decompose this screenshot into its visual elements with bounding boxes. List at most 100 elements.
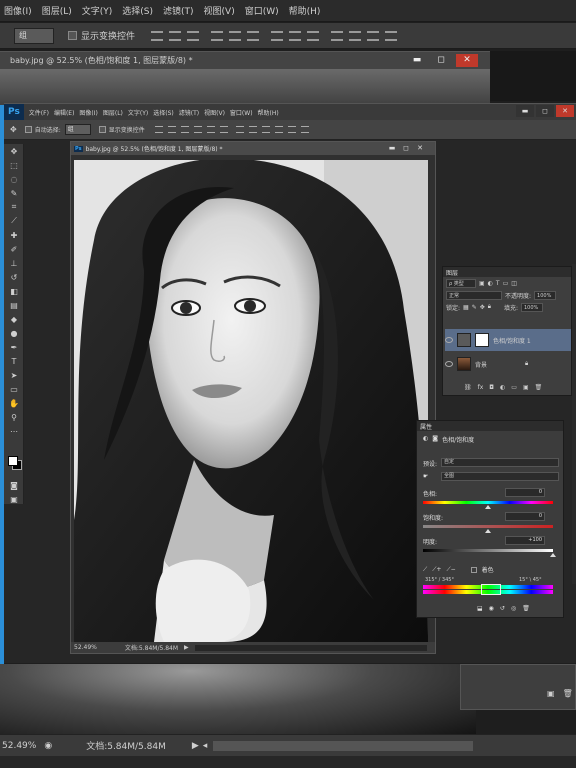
inner-distribute-bottom-icon[interactable]	[261, 126, 270, 133]
outer-menu-select[interactable]: 选择(S)	[122, 4, 153, 17]
lock-position-icon[interactable]: ✥	[480, 304, 485, 311]
outer-menu-filter[interactable]: 滤镜(T)	[163, 4, 194, 17]
inner-menu-layer[interactable]: 图层(L)	[103, 108, 123, 117]
filter-shape-icon[interactable]: ▭	[503, 280, 509, 287]
mask-toggle-icon[interactable]: ◙	[432, 435, 438, 444]
eyedropper-add-icon[interactable]: ⟋+	[432, 566, 441, 574]
lasso-tool-icon[interactable]: ◌	[4, 172, 24, 186]
align-bottom-icon[interactable]	[187, 30, 200, 41]
history-brush-tool-icon[interactable]: ↺	[4, 270, 24, 284]
distribute-top-icon[interactable]	[271, 30, 284, 41]
distribute-bottom-icon[interactable]	[307, 30, 320, 41]
layer-kind-filter[interactable]: ρ 类型	[446, 278, 476, 288]
delete-layer-icon[interactable]: 🗑︎	[535, 384, 543, 391]
filter-pixel-icon[interactable]: ▣	[479, 280, 485, 287]
layer-style-icon[interactable]: fx	[478, 384, 484, 391]
target-adjust-icon[interactable]: ☛	[423, 473, 428, 480]
inner-menu-help[interactable]: 帮助(H)	[258, 108, 279, 117]
shape-tool-icon[interactable]: ▭	[4, 382, 24, 396]
quick-select-tool-icon[interactable]: ✎	[4, 186, 24, 200]
align-left-icon[interactable]	[211, 30, 224, 41]
layer-row-hue-saturation[interactable]: 色相/饱和度 1	[445, 329, 571, 351]
align-middle-icon[interactable]	[169, 30, 182, 41]
inner-align-top-icon[interactable]	[154, 126, 163, 133]
crop-tool-icon[interactable]: ⌗	[4, 200, 24, 214]
inner-align-bottom-icon[interactable]	[180, 126, 189, 133]
auto-align-icon[interactable]	[385, 30, 398, 41]
document-zoom-level[interactable]: 52.49%	[74, 644, 97, 651]
channel-dropdown[interactable]: 全图	[441, 472, 559, 481]
outer-new-layer-icon[interactable]: ▣	[547, 689, 555, 698]
eyedropper-tool-icon[interactable]: ⟋	[4, 214, 24, 228]
inner-distribute-top-icon[interactable]	[235, 126, 244, 133]
align-top-icon[interactable]	[151, 30, 164, 41]
document-title-bar[interactable]: Ps baby.jpg @ 52.5% (色相/饱和度 1, 图层蒙版/8) *…	[71, 142, 435, 155]
inner-align-right-icon[interactable]	[219, 126, 228, 133]
outer-autoselect-dropdown[interactable]: 组	[14, 27, 54, 44]
outer-status-icon[interactable]: ◉	[44, 741, 52, 751]
delete-adjustment-icon[interactable]: 🗑︎	[522, 605, 530, 612]
saturation-slider-track[interactable]	[423, 525, 553, 528]
filter-adjustment-icon[interactable]: ◐	[488, 280, 493, 287]
outer-menu-help[interactable]: 帮助(H)	[289, 4, 321, 17]
inner-distribute-left-icon[interactable]	[274, 126, 283, 133]
pen-tool-icon[interactable]: ✒	[4, 340, 24, 354]
outer-menu-window[interactable]: 窗口(W)	[245, 4, 279, 17]
reset-icon[interactable]: ↺	[500, 605, 505, 612]
doc-maximize-icon[interactable]: ◻	[401, 143, 411, 153]
blur-tool-icon[interactable]: ◆	[4, 312, 24, 326]
inner-menu-window[interactable]: 窗口(W)	[230, 108, 253, 117]
status-arrow-icon[interactable]: ▶	[184, 644, 189, 651]
align-center-icon[interactable]	[229, 30, 242, 41]
filter-type-icon[interactable]: T	[496, 280, 500, 287]
horizontal-scrollbar[interactable]	[194, 644, 427, 651]
filter-smart-icon[interactable]: ◫	[511, 280, 517, 287]
inner-distribute-middle-icon[interactable]	[248, 126, 257, 133]
inner-menu-image[interactable]: 图像(I)	[79, 108, 97, 117]
color-range-selector[interactable]	[481, 584, 501, 595]
doc-close-icon[interactable]: ✕	[415, 143, 425, 153]
brush-tool-icon[interactable]: ✐	[4, 242, 24, 256]
layer-row-background[interactable]: 背景 🔒︎	[445, 353, 571, 375]
lock-transparent-icon[interactable]: ▦	[463, 304, 469, 311]
inner-distribute-right-icon[interactable]	[300, 126, 309, 133]
hue-slider-handle[interactable]	[485, 505, 491, 509]
preset-dropdown[interactable]: 自定	[441, 458, 559, 467]
inner-maximize-icon[interactable]: ◻	[536, 105, 554, 117]
clip-to-layer-icon[interactable]: ⬓	[477, 605, 483, 612]
foreground-color-swatch[interactable]	[8, 456, 18, 466]
lock-image-icon[interactable]: ✎	[472, 304, 477, 311]
layer-name[interactable]: 色相/饱和度 1	[493, 336, 531, 345]
outer-horizontal-scrollbar[interactable]	[213, 740, 474, 751]
saturation-value-field[interactable]: 0	[505, 512, 545, 521]
outer-close-icon[interactable]: ✕	[456, 54, 478, 67]
outer-delete-icon[interactable]: 🗑︎	[563, 689, 573, 698]
outer-maximize-icon[interactable]: ◻	[430, 54, 452, 67]
inner-align-middle-icon[interactable]	[167, 126, 176, 133]
new-adjustment-icon[interactable]: ◐	[500, 384, 505, 391]
add-mask-icon[interactable]: ◘	[489, 384, 494, 391]
lightness-value-field[interactable]: +100	[505, 536, 545, 545]
fill-field[interactable]: 100%	[521, 302, 543, 312]
clone-stamp-tool-icon[interactable]: ⊥	[4, 256, 24, 270]
more-tools-icon[interactable]: ⋯	[4, 424, 24, 438]
zoom-tool-icon[interactable]: ⚲	[4, 410, 24, 424]
eyedropper-subtract-icon[interactable]: ⟋−	[446, 566, 455, 574]
type-tool-icon[interactable]: T	[4, 354, 24, 368]
blend-mode-dropdown[interactable]: 正常	[446, 290, 502, 300]
dodge-tool-icon[interactable]: ●	[4, 326, 24, 340]
move-tool-icon[interactable]: ✥	[10, 125, 17, 134]
inner-menu-view[interactable]: 视图(V)	[204, 108, 225, 117]
hue-slider-track[interactable]	[423, 501, 553, 504]
link-layers-icon[interactable]: ⛓	[464, 384, 472, 391]
layer-name[interactable]: 背景	[475, 360, 487, 369]
outer-scroll-left-icon[interactable]: ◂	[203, 741, 208, 751]
inner-align-left-icon[interactable]	[193, 126, 202, 133]
outer-minimize-icon[interactable]: ▬	[406, 54, 428, 67]
outer-status-arrow-icon[interactable]: ▶	[192, 741, 199, 751]
outer-menu-type[interactable]: 文字(Y)	[82, 4, 113, 17]
lightness-slider-handle[interactable]	[550, 553, 556, 557]
new-group-icon[interactable]: ▭	[511, 384, 517, 391]
quick-mask-icon[interactable]: ◙	[4, 478, 24, 492]
inner-menu-type[interactable]: 文字(Y)	[128, 108, 148, 117]
